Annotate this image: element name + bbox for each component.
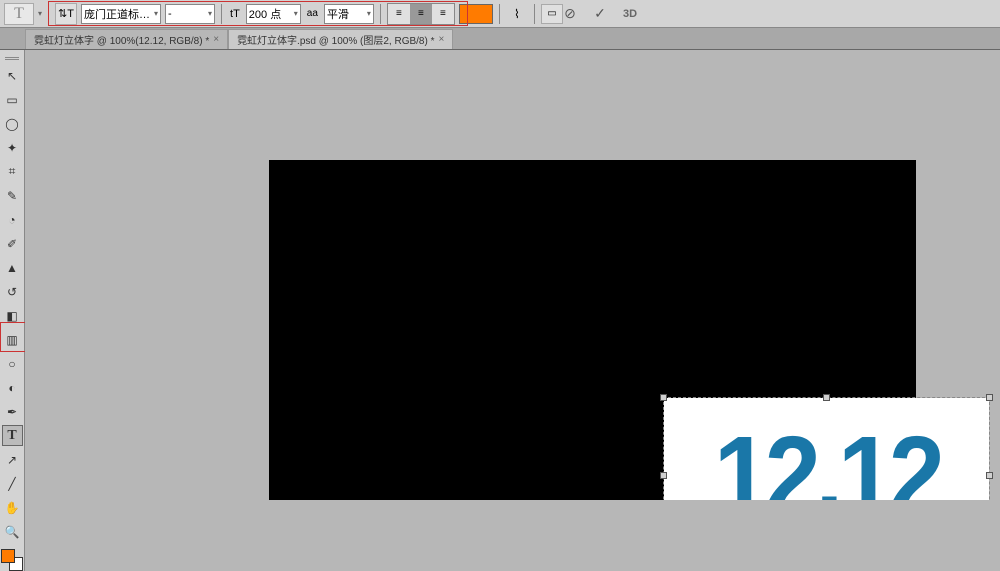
- wand-tool[interactable]: ✦: [2, 137, 23, 158]
- foreground-swatch[interactable]: [1, 549, 15, 563]
- 3d-button[interactable]: 3D: [620, 4, 640, 24]
- text-layer[interactable]: 12.12: [664, 398, 989, 500]
- document-tab[interactable]: 霓虹灯立体字 @ 100%(12.12, RGB/8) * ×: [25, 29, 228, 49]
- align-center-button[interactable]: ≡: [410, 4, 432, 24]
- antialias-dropdown[interactable]: 平滑 ▾: [324, 4, 374, 24]
- text-options-bar: T ▾ ⇅T 庞门正道标… ▾ - ▾ tT 200 点 ▾ aa 平滑 ▾ ≡…: [0, 0, 1000, 28]
- align-right-button[interactable]: ≡: [432, 4, 454, 24]
- font-family-dropdown[interactable]: 庞门正道标… ▾: [81, 4, 161, 24]
- tool-preset-dropdown[interactable]: T: [4, 3, 34, 25]
- toolbox-grip[interactable]: [2, 54, 22, 62]
- close-icon[interactable]: ×: [438, 34, 444, 45]
- tab-label: 霓虹灯立体字 @ 100%(12.12, RGB/8) *: [34, 32, 209, 47]
- spot-heal-tool[interactable]: ◔: [2, 209, 23, 230]
- document-tab[interactable]: 霓虹灯立体字.psd @ 100% (图层2, RGB/8) * ×: [228, 29, 453, 49]
- warp-text-button[interactable]: ⌇: [506, 4, 528, 24]
- chevron-down-icon: ▾: [208, 9, 212, 18]
- brush-tool[interactable]: ✐: [2, 233, 23, 254]
- crop-tool[interactable]: ⌗: [2, 161, 23, 182]
- transform-handle[interactable]: [660, 394, 667, 401]
- chevron-down-icon: ▾: [367, 9, 371, 18]
- divider: [221, 4, 222, 24]
- toolbox: ↖ ▭ ◯ ✦ ⌗ ✎ ◔ ✐ ▲ ↺ ◧ ▥ ○ ◐ ✒ T ↗ ╱ ✋ 🔍: [0, 50, 25, 571]
- path-select-tool[interactable]: ↗: [2, 449, 23, 470]
- font-size-value: 200 点: [249, 6, 281, 22]
- text-align-group: ≡ ≡ ≡: [387, 3, 455, 25]
- align-left-button[interactable]: ≡: [388, 4, 410, 24]
- divider: [499, 4, 500, 24]
- font-style-value: -: [168, 8, 172, 20]
- cancel-button[interactable]: ⊘: [560, 4, 580, 24]
- transform-handle[interactable]: [660, 472, 667, 479]
- chevron-down-icon: ▾: [154, 9, 158, 18]
- transform-handle[interactable]: [823, 394, 830, 401]
- dodge-tool[interactable]: ◐: [2, 377, 23, 398]
- blur-tool[interactable]: ○: [2, 353, 23, 374]
- divider: [380, 4, 381, 24]
- type-tool[interactable]: T: [2, 425, 23, 446]
- chevron-down-icon: ▾: [294, 9, 298, 18]
- document-canvas[interactable]: 12.12: [269, 160, 916, 500]
- zoom-tool[interactable]: 🔍: [2, 521, 23, 542]
- eraser-tool[interactable]: ◧: [2, 305, 23, 326]
- commit-group: ⊘ ✓ 3D: [560, 4, 640, 24]
- close-icon[interactable]: ×: [213, 34, 219, 45]
- font-family-value: 庞门正道标…: [84, 6, 150, 22]
- text-content[interactable]: 12.12: [714, 412, 940, 500]
- eyedropper-tool[interactable]: ✎: [2, 185, 23, 206]
- move-tool[interactable]: ↖: [2, 65, 23, 86]
- history-brush-tool[interactable]: ↺: [2, 281, 23, 302]
- pen-tool[interactable]: ✒: [2, 401, 23, 422]
- line-tool[interactable]: ╱: [2, 473, 23, 494]
- divider: [48, 4, 49, 24]
- lasso-tool[interactable]: ◯: [2, 113, 23, 134]
- font-style-dropdown[interactable]: - ▾: [165, 4, 215, 24]
- color-swatches[interactable]: [1, 549, 23, 571]
- hand-tool[interactable]: ✋: [2, 497, 23, 518]
- divider: [534, 4, 535, 24]
- transform-handle[interactable]: [986, 472, 993, 479]
- text-color-swatch[interactable]: [459, 4, 493, 24]
- antialias-value: 平滑: [327, 6, 349, 22]
- antialias-label: aa: [307, 8, 318, 19]
- commit-button[interactable]: ✓: [590, 4, 610, 24]
- chevron-down-icon: ▾: [38, 9, 42, 18]
- text-orientation-toggle[interactable]: ⇅T: [55, 3, 77, 25]
- transform-handle[interactable]: [986, 394, 993, 401]
- marquee-tool[interactable]: ▭: [2, 89, 23, 110]
- document-tabs-bar: 霓虹灯立体字 @ 100%(12.12, RGB/8) * × 霓虹灯立体字.p…: [0, 28, 1000, 50]
- gradient-tool[interactable]: ▥: [2, 329, 23, 350]
- stamp-tool[interactable]: ▲: [2, 257, 23, 278]
- tab-label: 霓虹灯立体字.psd @ 100% (图层2, RGB/8) *: [237, 32, 434, 47]
- canvas-viewport[interactable]: 12.12: [25, 50, 1000, 500]
- font-size-dropdown[interactable]: 200 点 ▾: [246, 4, 301, 24]
- font-size-label: tT: [230, 8, 240, 20]
